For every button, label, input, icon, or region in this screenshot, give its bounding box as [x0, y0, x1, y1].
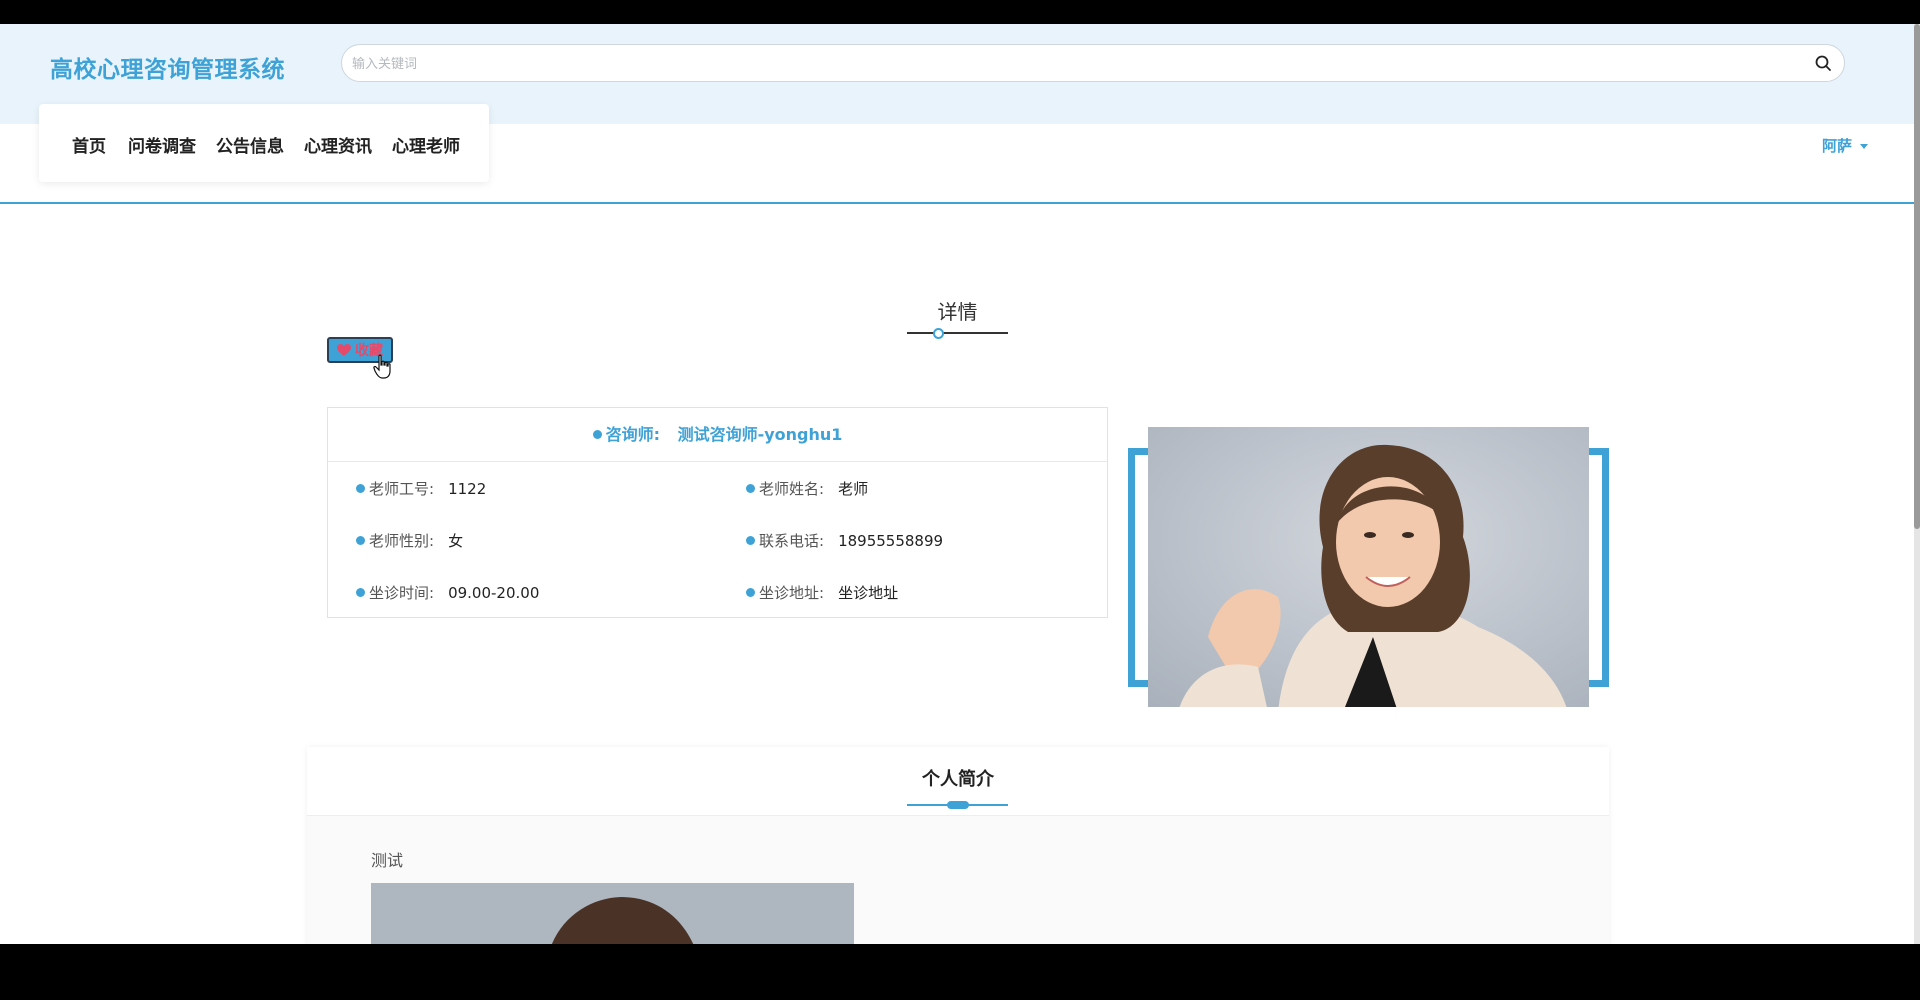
user-menu[interactable]: 阿萨 [1822, 135, 1869, 156]
bullet-dot [356, 484, 365, 493]
bullet-dot [356, 588, 365, 597]
search-icon[interactable] [1814, 54, 1832, 72]
field-label: 坐诊地址: [759, 584, 825, 602]
intro-title: 个人简介 [922, 769, 994, 790]
search-input[interactable] [350, 45, 1794, 83]
browser-viewport: 高校心理咨询管理系统 首页 问卷调查 公告信息 心理资讯 心理老师 阿萨 详情 [0, 24, 1920, 944]
field-label: 坐诊时间: [369, 584, 435, 602]
nav-item-news[interactable]: 心理资讯 [304, 132, 372, 157]
photo-frame-corner [1589, 680, 1609, 687]
intro-section: 个人简介 测试 [307, 747, 1609, 944]
field-hours: 坐诊时间: 09.00-20.00 [356, 582, 539, 603]
field-value: 18955558899 [838, 532, 944, 550]
field-value: 1122 [448, 480, 487, 498]
consultant-label: 咨询师: [605, 425, 660, 444]
teacher-info-card: 咨询师: 测试咨询师-yonghu1 老师工号: 1122 老师姓名: 老师 老师性… [327, 407, 1108, 618]
intro-title-pill [947, 801, 969, 809]
site-title[interactable]: 高校心理咨询管理系统 [50, 50, 285, 84]
field-value: 坐诊地址 [838, 584, 899, 602]
detail-title-underline [907, 332, 1008, 334]
photo-frame-corner [1128, 680, 1148, 687]
field-teacher-gender: 老师性别: 女 [356, 530, 463, 551]
field-label: 老师性别: [369, 532, 435, 550]
bullet-dot [356, 536, 365, 545]
caret-down-icon [1860, 144, 1869, 149]
heart-icon [337, 343, 351, 356]
field-address: 坐诊地址: 坐诊地址 [746, 582, 898, 603]
field-value: 女 [448, 532, 464, 550]
field-label: 老师工号: [369, 480, 435, 498]
scrollbar-thumb[interactable] [1914, 24, 1920, 529]
bullet-dot [746, 536, 755, 545]
bullet-dot [592, 430, 602, 439]
intro-header: 个人简介 [307, 747, 1609, 816]
scrollbar[interactable] [1914, 24, 1920, 944]
nav-item-notices[interactable]: 公告信息 [216, 132, 284, 157]
search-box [341, 44, 1845, 83]
field-value: 09.00-20.00 [448, 584, 540, 602]
teacher-photo [1148, 427, 1589, 707]
intro-photo [371, 883, 854, 944]
user-name: 阿萨 [1822, 137, 1853, 155]
field-label: 联系电话: [759, 532, 825, 550]
consultant-row: 咨询师: 测试咨询师-yonghu1 [328, 408, 1107, 462]
nav-item-home[interactable]: 首页 [72, 132, 106, 157]
bullet-dot [746, 588, 755, 597]
intro-text: 测试 [371, 851, 404, 870]
field-teacher-id: 老师工号: 1122 [356, 478, 486, 499]
field-teacher-name: 老师姓名: 老师 [746, 478, 868, 499]
bullet-dot [746, 484, 755, 493]
hand-cursor-icon [373, 354, 391, 379]
nav-item-teachers[interactable]: 心理老师 [392, 132, 460, 157]
main-nav: 首页 问卷调查 公告信息 心理资讯 心理老师 阿萨 [0, 104, 1914, 204]
detail-title: 详情 [937, 300, 978, 324]
field-value: 老师 [838, 480, 869, 498]
consultant-name: 测试咨询师-yonghu1 [677, 425, 843, 444]
detail-title-dot [933, 328, 944, 339]
nav-item-survey[interactable]: 问卷调查 [128, 132, 196, 157]
nav-card: 首页 问卷调查 公告信息 心理资讯 心理老师 [39, 104, 489, 182]
field-label: 老师姓名: [759, 480, 825, 498]
field-phone: 联系电话: 18955558899 [746, 530, 943, 551]
